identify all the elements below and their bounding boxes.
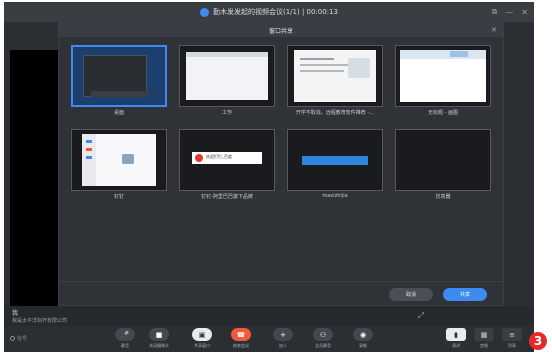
share-tile-emulator[interactable]: 仿真器: [395, 129, 491, 206]
add-person-icon: +: [273, 328, 293, 341]
organization-label: 我是太平洋标杆有限公司: [12, 318, 68, 324]
add-person-button[interactable]: + 加人: [268, 328, 298, 352]
self-name-label: 我: [12, 310, 19, 317]
list-view-icon: ≡: [502, 328, 522, 341]
share-tile-work[interactable]: 工作: [179, 45, 275, 122]
speaker-view-icon: ▮: [446, 328, 466, 341]
grid-view-icon: ▦: [474, 328, 494, 341]
dialog-title: 窗口共享: [268, 27, 293, 35]
add-person-label: 加人: [279, 343, 287, 348]
record-label: 录制: [359, 343, 367, 348]
share-window-button[interactable]: ▣ 共享窗口: [187, 328, 217, 352]
tile-mini-caption: 欢迎钉钉_百度: [206, 154, 232, 159]
app-logo-icon: [200, 7, 209, 17]
dialog-footer: 取消 共享: [59, 281, 503, 306]
tile-thumbnail: [71, 45, 167, 107]
mute-all-button[interactable]: ⚇ 全员静音: [308, 328, 338, 352]
restore-icon[interactable]: ⧉: [492, 7, 498, 17]
list-view-label: 列表: [508, 343, 516, 348]
share-tile-maxizhijia[interactable]: maxizhijia: [287, 129, 383, 206]
signal-icon: [10, 336, 15, 341]
tile-label: 无标题 - 画图: [428, 110, 458, 116]
step-number-badge: 3: [529, 332, 547, 350]
grid-view-label: 宫格: [480, 343, 488, 348]
end-meeting-button[interactable]: ☎ 结束会议: [226, 328, 256, 352]
tile-thumbnail: [179, 45, 275, 107]
share-tile-dingtalk-site[interactable]: 欢迎钉钉_百度 钉钉-阿里巴巴旗下品牌: [179, 129, 275, 206]
camera-off-button[interactable]: ■ 关闭摄像头: [144, 328, 174, 352]
share-button[interactable]: 共享: [443, 288, 487, 301]
share-tile-browser[interactable]: 开学不取消，远程教育软件推荐 -…: [287, 45, 383, 122]
camera-icon: ■: [149, 328, 169, 341]
record-button[interactable]: ◉ 录制: [348, 328, 378, 352]
speaker-view-label: 演讲: [452, 343, 460, 348]
meeting-window: 勤木发发起的视频会议(1/1) | 00:00:13 ⧉ — ✕ 窗口共享 ✕ …: [4, 2, 534, 352]
share-tile-paint[interactable]: 无标题 - 画图: [395, 45, 491, 122]
grid-view-button[interactable]: ▦ 宫格: [472, 328, 496, 352]
list-view-button[interactable]: ≡ 列表: [500, 328, 524, 352]
close-icon[interactable]: ✕: [521, 8, 528, 17]
record-icon: ◉: [353, 328, 373, 341]
mute-all-label: 全员静音: [315, 343, 331, 348]
hangup-icon: ☎: [231, 328, 251, 341]
window-title: 勤木发发起的视频会议(1/1) | 00:00:13: [213, 8, 338, 16]
tile-thumbnail: 欢迎钉钉_百度: [179, 129, 275, 191]
network-signal: 信号: [10, 335, 27, 342]
title-bar: 勤木发发起的视频会议(1/1) | 00:00:13 ⧉ — ✕: [4, 2, 534, 22]
tile-label: 桌面: [113, 110, 124, 116]
tile-label: 开学不取消，远程教育软件推荐 -…: [295, 110, 375, 116]
share-tile-desktop[interactable]: 桌面: [71, 45, 167, 122]
tile-label: maxizhijia: [322, 193, 348, 199]
meeting-toolbar: 信号 🎤 静音 ■ 关闭摄像头 ▣ 共享窗口 ☎ 结束会议 + 加人 ⚇ 全员静…: [4, 326, 534, 352]
share-window-icon: ▣: [192, 328, 212, 341]
speaker-view-button[interactable]: ▮ 演讲: [444, 328, 468, 352]
participant-status-strip: 我 我是太平洋标杆有限公司 ⤢: [4, 306, 534, 326]
mute-all-icon: ⚇: [313, 328, 333, 341]
share-tile-dingtalk[interactable]: 钉钉: [71, 129, 167, 206]
tile-thumbnail: [395, 129, 491, 191]
share-window-label: 共享窗口: [194, 343, 210, 348]
minimize-icon[interactable]: —: [505, 8, 513, 17]
end-meeting-label: 结束会议: [233, 343, 249, 348]
tile-thumbnail: [287, 129, 383, 191]
signal-label: 信号: [17, 336, 28, 342]
mic-icon: 🎤: [115, 328, 135, 341]
fullscreen-icon[interactable]: ⤢: [418, 311, 424, 321]
tile-label: 仿真器: [435, 194, 451, 200]
tile-thumbnail: [71, 129, 167, 191]
window-share-dialog: 窗口共享 ✕ 桌面 工作 开学不取消，远程教育软件推荐 -… 无标题 - 画图 …: [58, 22, 504, 306]
dialog-close-icon[interactable]: ✕: [491, 23, 497, 37]
cancel-button[interactable]: 取消: [389, 288, 433, 301]
tile-label: 钉钉-阿里巴巴旗下品牌: [201, 194, 253, 200]
mute-label: 静音: [121, 343, 129, 348]
tile-label: 钉钉: [113, 194, 124, 200]
tile-thumbnail: [395, 45, 491, 107]
camera-off-label: 关闭摄像头: [149, 343, 169, 348]
self-video-tile: [10, 50, 60, 306]
tile-thumbnail: [287, 45, 383, 107]
mute-button[interactable]: 🎤 静音: [110, 328, 140, 352]
tile-label: 工作: [221, 110, 232, 116]
dialog-header: 窗口共享 ✕: [59, 23, 503, 37]
